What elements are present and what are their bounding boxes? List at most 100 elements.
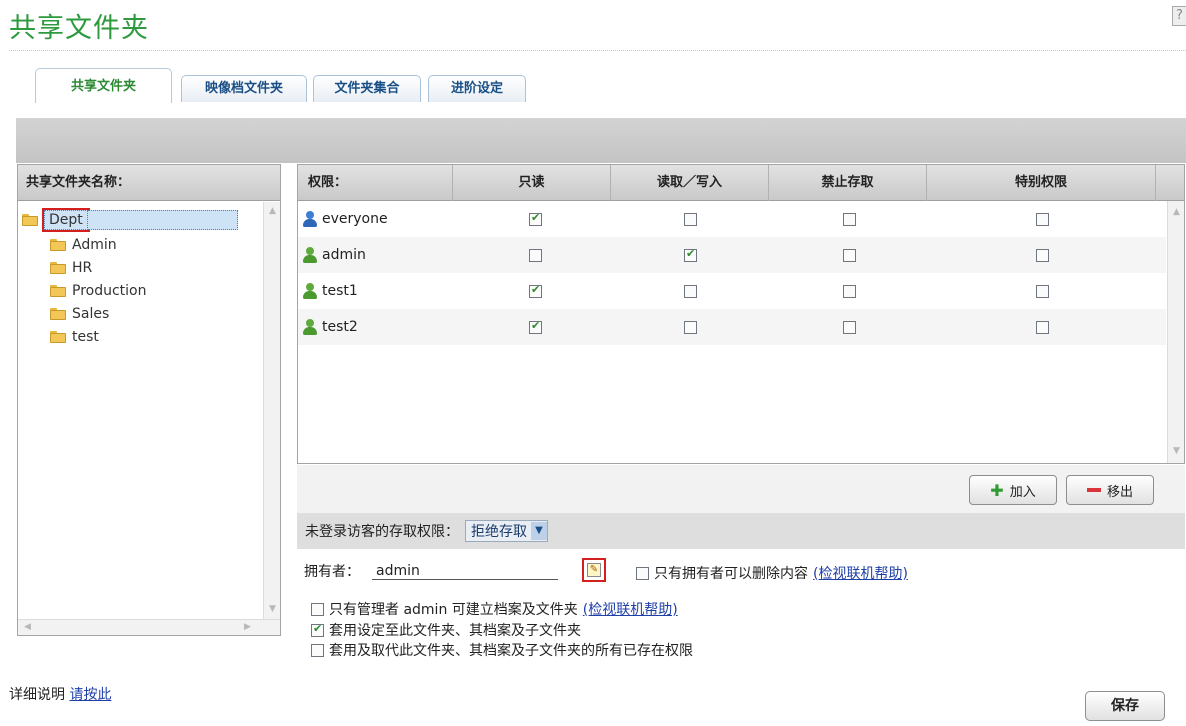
save-button[interactable]: 保存: [1085, 691, 1165, 721]
tab-advanced-settings[interactable]: 进阶设定: [428, 75, 526, 102]
tree-item-label: test: [72, 329, 99, 345]
tree-item-dept[interactable]: Dept: [22, 208, 238, 232]
guest-access-label: 未登录访客的存取权限：: [305, 524, 459, 540]
help-link[interactable]: (检视联机帮助): [813, 563, 908, 583]
details-link[interactable]: 请按此: [69, 687, 111, 703]
tree-item-production[interactable]: Production: [50, 280, 146, 302]
add-button[interactable]: ✚ 加入: [969, 475, 1057, 505]
special-permission-checkbox[interactable]: [1036, 321, 1049, 334]
tree-item-label: Production: [72, 283, 147, 299]
guest-access-bar: 未登录访客的存取权限： 拒绝存取 ▼: [297, 513, 1185, 549]
admin-only-create-checkbox[interactable]: [311, 602, 324, 616]
plus-icon: ✚: [990, 480, 1004, 500]
read-write-checkbox[interactable]: [684, 321, 697, 334]
guest-access-value: 拒绝存取: [471, 524, 527, 540]
table-row: test1: [298, 273, 1166, 309]
tab-iso-folders[interactable]: 映像档文件夹: [181, 75, 307, 102]
app-root: 共享文件夹 ? 共享文件夹 映像档文件夹 文件夹集合 进阶设定 共享文件夹名称：…: [0, 0, 1186, 726]
user-cell: test2: [302, 309, 358, 345]
scroll-up-icon[interactable]: ▲: [1169, 205, 1184, 220]
tree-item-label: HR: [72, 260, 93, 276]
user-group-icon: [302, 211, 318, 227]
table-vertical-scrollbar[interactable]: ▲ ▼: [1167, 201, 1184, 463]
table-row: test2: [298, 309, 1166, 345]
owner-label: 拥有者：: [304, 564, 360, 580]
folder-icon: [50, 285, 66, 297]
add-button-label: 加入: [1009, 484, 1036, 500]
admin-only-create-label: 只有管理者 admin 可建立档案及文件夹: [329, 602, 578, 618]
tree-vertical-scrollbar[interactable]: ▲ ▼: [263, 202, 280, 619]
user-cell: test1: [302, 273, 358, 309]
column-read-only: 只读: [453, 165, 611, 201]
edit-owner-button[interactable]: ✎: [582, 558, 606, 582]
apply-replace-checkbox[interactable]: [311, 643, 324, 657]
read-write-checkbox[interactable]: [684, 285, 697, 298]
guest-access-select[interactable]: 拒绝存取 ▼: [465, 520, 548, 542]
details-row: 详细说明 请按此: [9, 684, 111, 704]
page-title: 共享文件夹: [9, 13, 149, 44]
read-write-checkbox[interactable]: [684, 213, 697, 226]
help-icon[interactable]: ?: [1172, 6, 1186, 26]
folder-tree-panel: 共享文件夹名称： Dept Admin HR Production Sales …: [17, 164, 281, 636]
tab-folder-aggregation[interactable]: 文件夹集合: [313, 75, 421, 102]
table-actions: ✚ 加入 移出: [297, 465, 1185, 513]
scroll-down-icon[interactable]: ▼: [1169, 444, 1184, 459]
deny-access-checkbox[interactable]: [843, 285, 856, 298]
user-name: test2: [322, 319, 358, 335]
scroll-down-icon[interactable]: ▼: [265, 602, 280, 617]
details-label: 详细说明: [9, 687, 65, 703]
column-read-write: 读取／写入: [611, 165, 769, 201]
read-only-checkbox[interactable]: [529, 211, 542, 226]
tree-item-label: Admin: [72, 237, 117, 253]
special-permission-checkbox[interactable]: [1036, 285, 1049, 298]
tree-header: 共享文件夹名称：: [18, 165, 280, 201]
apply-settings-option: 套用设定至此文件夹、其档案及子文件夹: [311, 620, 581, 640]
tree-horizontal-scrollbar[interactable]: ◀ ▶: [18, 619, 280, 635]
read-write-checkbox[interactable]: [684, 247, 697, 262]
read-only-checkbox[interactable]: [529, 283, 542, 298]
tree-item-test[interactable]: test: [50, 326, 99, 348]
chevron-down-icon: ▼: [531, 522, 547, 540]
user-cell: admin: [302, 237, 366, 273]
tree-item-hr[interactable]: HR: [50, 257, 92, 279]
user-name: admin: [322, 247, 366, 263]
open-folder-icon: [22, 214, 38, 226]
remove-button-label: 移出: [1106, 484, 1133, 500]
column-permission: 权限：: [298, 165, 453, 201]
permissions-header: 权限： 只读 读取／写入 禁止存取 特别权限: [298, 165, 1184, 201]
user-name: test1: [322, 283, 358, 299]
deny-access-checkbox[interactable]: [843, 321, 856, 334]
tree-item-label: Sales: [72, 306, 110, 322]
special-permission-checkbox[interactable]: [1036, 213, 1049, 226]
only-owner-delete-checkbox[interactable]: [636, 566, 649, 580]
folder-icon: [50, 239, 66, 251]
column-deny-access: 禁止存取: [769, 165, 927, 201]
edit-icon: ✎: [587, 563, 601, 577]
toolbar: [16, 118, 1186, 163]
permissions-table: 权限： 只读 读取／写入 禁止存取 特别权限 everyone admin: [297, 164, 1185, 464]
only-owner-delete-label: 只有拥有者可以删除内容: [654, 566, 808, 582]
help-link[interactable]: (检视联机帮助): [583, 599, 678, 619]
table-row: admin: [298, 237, 1166, 273]
apply-settings-checkbox[interactable]: [311, 622, 324, 637]
scroll-up-icon[interactable]: ▲: [265, 204, 280, 219]
scroll-left-icon[interactable]: ◀: [20, 620, 35, 635]
user-cell: everyone: [302, 201, 388, 237]
minus-icon: [1086, 488, 1101, 492]
user-icon: [302, 247, 318, 263]
read-only-checkbox[interactable]: [529, 249, 542, 262]
deny-access-checkbox[interactable]: [843, 213, 856, 226]
remove-button[interactable]: 移出: [1066, 475, 1154, 505]
tree-item-admin[interactable]: Admin: [50, 234, 117, 256]
tab-shared-folders[interactable]: 共享文件夹: [35, 68, 172, 103]
tree-item-label: Dept: [42, 208, 90, 232]
folder-tree: Dept Admin HR Production Sales test: [18, 202, 262, 619]
table-row: everyone: [298, 201, 1166, 237]
owner-field[interactable]: admin: [372, 563, 558, 580]
tree-item-sales[interactable]: Sales: [50, 303, 109, 325]
deny-access-checkbox[interactable]: [843, 249, 856, 262]
scroll-right-icon[interactable]: ▶: [240, 620, 255, 635]
read-only-checkbox[interactable]: [529, 319, 542, 334]
special-permission-checkbox[interactable]: [1036, 249, 1049, 262]
folder-icon: [50, 331, 66, 343]
